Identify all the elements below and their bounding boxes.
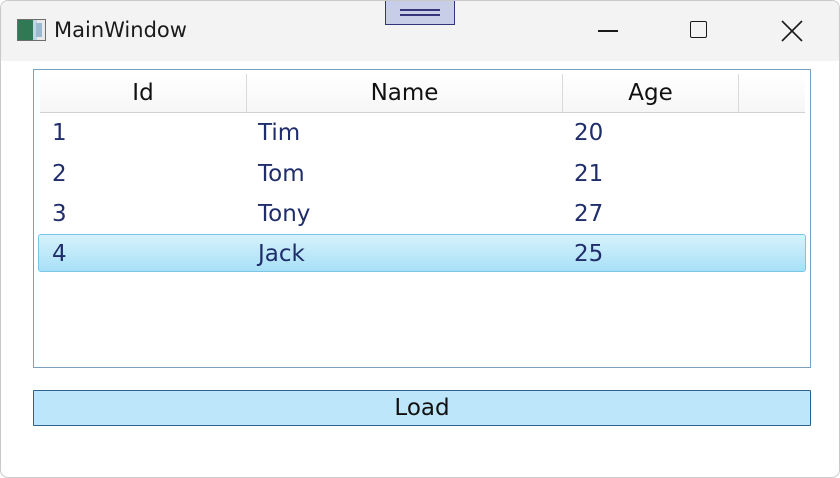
- table-row[interactable]: 1 Tim 20: [38, 113, 806, 151]
- column-header-filler: [739, 74, 805, 112]
- title-bar[interactable]: MainWindow: [1, 1, 839, 61]
- column-header-age[interactable]: Age: [563, 74, 739, 112]
- cell-name: Tim: [258, 120, 301, 146]
- close-icon: [781, 20, 803, 42]
- window-title: MainWindow: [54, 18, 187, 42]
- cell-age: 20: [574, 120, 604, 146]
- cell-id: 1: [52, 120, 67, 146]
- cell-name: Tom: [258, 161, 305, 187]
- maximize-icon: [690, 21, 707, 38]
- cell-id: 3: [52, 201, 67, 227]
- app-window-icon: [17, 19, 46, 41]
- data-grid[interactable]: Id Name Age 1 Tim 20 2 Tom 21 3 Tony 27 …: [33, 69, 811, 368]
- cell-id: 2: [52, 161, 67, 187]
- cell-age: 25: [574, 241, 604, 267]
- grid-header: Id Name Age: [40, 74, 805, 113]
- minimize-icon: [598, 30, 618, 32]
- table-row[interactable]: 2 Tom 21: [38, 154, 806, 192]
- column-header-id[interactable]: Id: [40, 74, 247, 112]
- minimize-button[interactable]: [561, 1, 653, 61]
- main-window: MainWindow Id Name Age 1 Tim 20 2 Tom 21…: [0, 0, 840, 478]
- cell-name: Jack: [258, 241, 305, 267]
- cell-age: 27: [574, 201, 604, 227]
- column-header-name[interactable]: Name: [247, 74, 563, 112]
- load-button[interactable]: Load: [33, 390, 811, 426]
- cell-age: 21: [574, 161, 604, 187]
- table-row-selected[interactable]: 4 Jack 25: [38, 234, 806, 272]
- table-row[interactable]: 3 Tony 27: [38, 194, 806, 232]
- cell-id: 4: [52, 241, 67, 267]
- maximize-button[interactable]: [653, 1, 745, 61]
- close-button[interactable]: [745, 1, 837, 61]
- cell-name: Tony: [258, 201, 311, 227]
- drag-handle-icon[interactable]: [385, 1, 455, 25]
